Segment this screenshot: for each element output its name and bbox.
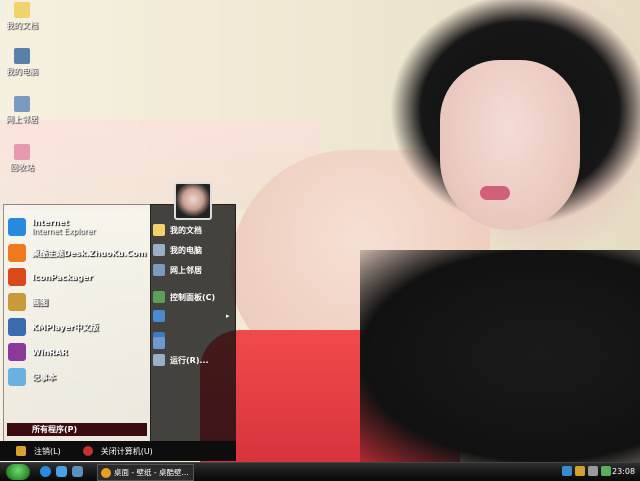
place-network[interactable]: 网上邻居: [153, 261, 202, 279]
tray-network-icon[interactable]: [562, 466, 572, 476]
wallpaper-face: [440, 60, 580, 230]
computer-icon: [14, 48, 30, 64]
place-my-computer[interactable]: 我的电脑: [153, 241, 202, 259]
submenu-arrow-icon: ▸: [226, 312, 230, 320]
control-panel-icon: [153, 291, 165, 303]
all-programs-button[interactable]: 所有程序(P): [7, 423, 147, 436]
network-icon: [153, 264, 165, 276]
winrar-icon: [8, 343, 26, 361]
program-zhuoku[interactable]: 桌酷主题Desk.ZhuoKu.Com: [8, 242, 146, 264]
recycle-bin-icon: [14, 144, 30, 160]
taskbar: 桌面 - 壁纸 - 桌酷壁... 23:08: [0, 462, 640, 481]
tray-app-icon[interactable]: [575, 466, 585, 476]
desktop-icon-my-documents[interactable]: 我的文档: [0, 2, 44, 31]
start-button[interactable]: [6, 464, 30, 480]
search-icon: [153, 337, 165, 349]
taskbar-window-button[interactable]: 桌面 - 壁纸 - 桌酷壁...: [97, 464, 194, 481]
start-menu-footer: 注销(L) 关闭计算机(U): [0, 441, 236, 461]
place-my-documents[interactable]: 我的文档: [153, 221, 202, 239]
internet-explorer-icon: [8, 218, 26, 236]
tray-status-icon[interactable]: [601, 466, 611, 476]
desktop-icon-network[interactable]: 网上邻居: [0, 96, 44, 125]
browser-icon: [101, 467, 111, 478]
shutdown-button[interactable]: 关闭计算机(U): [101, 446, 153, 457]
paint-icon: [8, 293, 26, 311]
program-internet-explorer[interactable]: Internet Internet Explorer: [8, 216, 95, 238]
tray-volume-icon[interactable]: [588, 466, 598, 476]
place-search[interactable]: [153, 334, 170, 352]
defaults-icon: [153, 310, 165, 322]
user-avatar[interactable]: [174, 182, 212, 220]
quicklaunch-app-icon[interactable]: [56, 466, 67, 477]
place-defaults[interactable]: ▸: [153, 307, 230, 325]
zhuoku-icon: [8, 244, 26, 262]
quicklaunch-desktop-icon[interactable]: [72, 466, 83, 477]
quicklaunch-ie-icon[interactable]: [40, 466, 51, 477]
documents-icon: [153, 224, 165, 236]
program-kmplayer[interactable]: KMPlayer中文版: [8, 316, 99, 338]
power-icon[interactable]: [82, 446, 93, 456]
wallpaper-lips: [480, 186, 510, 200]
logoff-button[interactable]: 注销(L): [34, 446, 61, 457]
place-control-panel[interactable]: 控制面板(C): [153, 288, 215, 306]
program-winrar[interactable]: WinRAR: [8, 341, 68, 363]
computer-icon: [153, 244, 165, 256]
kmplayer-icon: [8, 318, 26, 336]
program-iconpackager[interactable]: IconPackager: [8, 266, 93, 288]
clock[interactable]: 23:08: [612, 467, 635, 476]
program-notepad[interactable]: 记事本: [8, 366, 56, 388]
iconpackager-icon: [8, 268, 26, 286]
run-icon: [153, 354, 165, 366]
program-paint[interactable]: 画图: [8, 291, 48, 313]
system-tray: [562, 466, 614, 476]
network-icon: [14, 96, 30, 112]
place-run[interactable]: 运行(R)...: [153, 351, 209, 369]
logoff-icon[interactable]: [16, 446, 26, 456]
desktop-icon-recycle-bin[interactable]: 回收站: [0, 144, 44, 173]
desktop-icon-my-computer[interactable]: 我的电脑: [0, 48, 44, 77]
notepad-icon: [8, 368, 26, 386]
folder-icon: [14, 2, 30, 18]
